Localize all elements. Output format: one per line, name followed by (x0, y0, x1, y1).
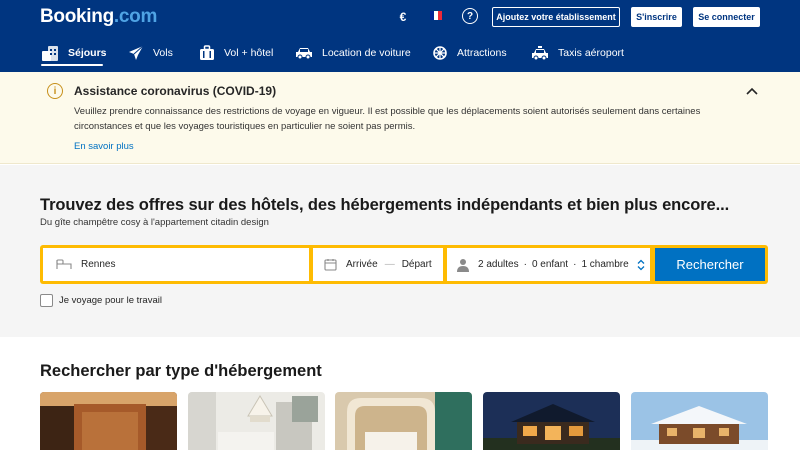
property-photo-image (631, 392, 768, 450)
property-type-card[interactable] (335, 392, 472, 450)
learn-more-link[interactable]: En savoir plus (74, 141, 134, 152)
logo-domain-text: .com (113, 6, 158, 27)
property-photo-image (483, 392, 620, 450)
search-section: Trouvez des offres sur des hôtels, des h… (0, 165, 800, 337)
date-separator: — (384, 259, 395, 270)
bed-icon (56, 258, 72, 269)
property-type-card[interactable] (483, 392, 620, 450)
search-headline: Trouvez des offres sur des hôtels, des h… (40, 196, 730, 214)
nav-label: Vol + hôtel (224, 47, 274, 59)
person-icon (457, 258, 469, 272)
bullet: · (523, 259, 527, 270)
property-photo-image (40, 392, 177, 450)
suitcase-icon (200, 45, 214, 60)
work-travel-checkbox[interactable] (40, 294, 53, 307)
taxi-icon (532, 45, 548, 60)
register-button[interactable]: S'inscrire (631, 7, 682, 27)
property-photo-image (188, 392, 325, 450)
guests-selector[interactable]: 2 adultes · 0 enfant · 1 chambre (447, 248, 650, 281)
nav-item-attractions[interactable]: Attractions (432, 42, 507, 64)
list-property-button[interactable]: Ajoutez votre établissement (492, 7, 620, 27)
nav-item-flight-hotel[interactable]: Vol + hôtel (199, 42, 273, 64)
children-value: 0 enfant (531, 259, 569, 270)
destination-field[interactable]: Rennes (43, 248, 309, 281)
search-bar: Rennes Arrivée — Départ 2 adultes · 0 en… (40, 245, 768, 284)
bed-icon (42, 45, 58, 61)
flag-stripe-red (438, 11, 442, 20)
search-subline: Du gîte champêtre cosy à l'appartement c… (40, 217, 269, 228)
login-button[interactable]: Se connecter (693, 7, 760, 27)
date-picker[interactable]: Arrivée — Départ (313, 248, 443, 281)
chevron-up-down-icon (637, 259, 645, 270)
top-header: Booking.com € ? Ajoutez votre établissem… (0, 0, 800, 72)
ferris-wheel-icon (433, 46, 447, 60)
nav-item-stays[interactable]: Séjours (41, 42, 107, 64)
nav-label: Séjours (68, 47, 107, 59)
property-type-card[interactable] (188, 392, 325, 450)
bullet: · (573, 259, 577, 270)
property-photo-image (335, 392, 472, 450)
nav-label: Taxis aéroport (558, 47, 624, 59)
destination-value: Rennes (81, 259, 116, 270)
property-types-title: Rechercher par type d'hébergement (40, 362, 322, 380)
rooms-value: 1 chambre (581, 259, 629, 270)
checkout-label: Départ (401, 259, 432, 270)
logo-main-text: Booking (40, 6, 114, 27)
nav-active-indicator (41, 64, 103, 66)
nav-label: Location de voiture (322, 47, 411, 59)
checkin-label: Arrivée (346, 259, 378, 270)
covid-title: Assistance coronavirus (COVID-19) (74, 84, 277, 98)
covid-message: Veuillez prendre connaissance des restri… (74, 106, 701, 132)
work-travel-label: Je voyage pour le travail (59, 295, 162, 306)
booking-logo[interactable]: Booking.com (40, 6, 157, 28)
chevron-up-icon[interactable] (745, 86, 759, 96)
nav-label: Vols (153, 47, 173, 59)
property-type-card[interactable] (631, 392, 768, 450)
calendar-icon (324, 259, 337, 271)
work-travel-option[interactable]: Je voyage pour le travail (40, 294, 162, 307)
currency-selector[interactable]: € (395, 7, 411, 27)
adults-value: 2 adultes (478, 259, 519, 270)
search-button[interactable]: Rechercher (655, 248, 765, 281)
nav-item-flights[interactable]: Vols (128, 42, 173, 64)
nav-item-car-rental[interactable]: Location de voiture (295, 42, 411, 64)
plane-icon (129, 45, 144, 60)
nav-label: Attractions (457, 47, 507, 59)
car-icon (296, 48, 312, 60)
language-flag-icon[interactable] (430, 11, 442, 20)
covid-banner: i Assistance coronavirus (COVID-19) Veui… (0, 72, 800, 164)
property-type-card[interactable] (40, 392, 177, 450)
nav-item-airport-taxis[interactable]: Taxis aéroport (531, 42, 624, 64)
info-icon: i (47, 83, 63, 99)
help-icon[interactable]: ? (462, 8, 478, 24)
